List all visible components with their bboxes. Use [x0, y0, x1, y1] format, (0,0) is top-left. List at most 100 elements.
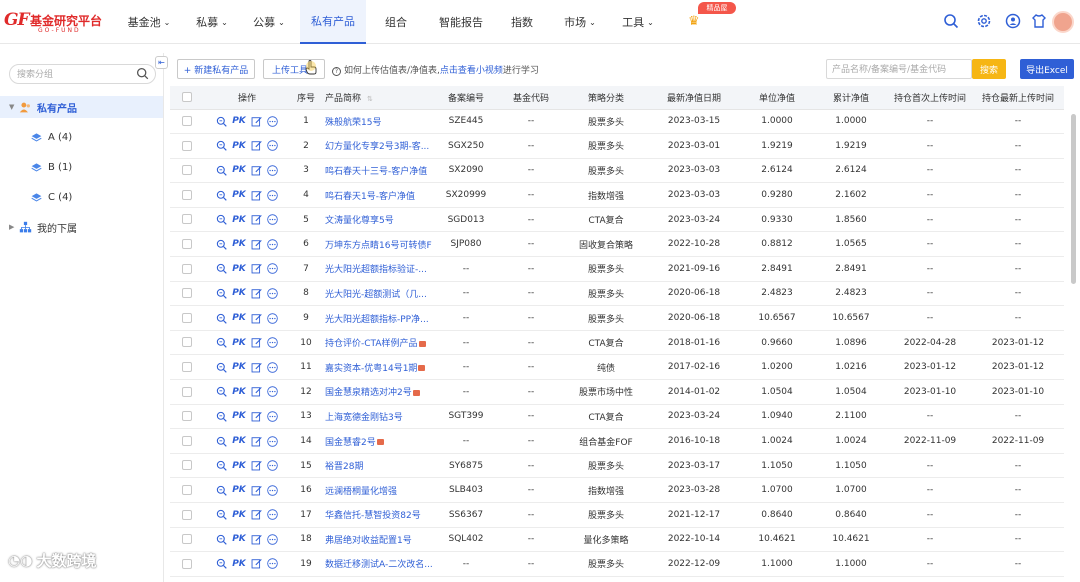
more-icon[interactable]	[267, 386, 278, 398]
product-name-link[interactable]: 裕晋28期	[322, 453, 434, 479]
nav-item-3[interactable]: 私有产品	[300, 0, 366, 44]
more-icon[interactable]	[267, 534, 278, 545]
caret-down-icon[interactable]: ▼	[9, 103, 19, 111]
row-checkbox[interactable]	[182, 165, 192, 176]
edit-icon[interactable]	[251, 313, 262, 324]
more-icon[interactable]	[267, 337, 278, 348]
edit-icon[interactable]	[251, 509, 262, 520]
pk-compare-icon[interactable]: PK	[232, 362, 246, 372]
edit-icon[interactable]	[251, 190, 262, 201]
nav-item-4[interactable]: 组合	[372, 0, 420, 44]
row-checkbox[interactable]	[182, 435, 192, 446]
edit-icon[interactable]	[251, 436, 262, 447]
row-checkbox[interactable]	[182, 534, 192, 545]
avatar[interactable]	[1052, 11, 1074, 33]
premium-badge[interactable]: 精品屋	[698, 2, 736, 14]
row-checkbox[interactable]	[182, 288, 192, 299]
pk-compare-icon[interactable]: PK	[232, 313, 246, 323]
row-checkbox[interactable]	[182, 239, 192, 250]
row-checkbox[interactable]	[182, 460, 192, 471]
more-icon[interactable]	[267, 116, 278, 127]
row-checkbox[interactable]	[182, 509, 192, 520]
product-name-link[interactable]: 上海宽德金刚钻3号	[322, 404, 434, 430]
edit-icon[interactable]	[251, 411, 262, 422]
edit-icon[interactable]	[251, 386, 262, 397]
row-checkbox[interactable]	[182, 361, 192, 372]
product-name-link[interactable]: 嘉实资本-优粤14号1期	[322, 354, 434, 381]
zoom-icon[interactable]	[216, 116, 227, 127]
zoom-icon[interactable]	[216, 558, 227, 570]
nav-item-7[interactable]: 市场 ⌄	[552, 0, 608, 44]
zoom-icon[interactable]	[216, 263, 227, 275]
zoom-icon[interactable]	[216, 411, 227, 422]
edit-icon[interactable]	[251, 485, 262, 496]
product-name-link[interactable]: 持仓评价-CTA样例产品	[322, 330, 434, 356]
pk-compare-icon[interactable]: PK	[232, 411, 246, 421]
zoom-icon[interactable]	[216, 313, 227, 324]
pk-compare-icon[interactable]: PK	[232, 559, 246, 569]
nav-item-2[interactable]: 公募 ⌄	[243, 0, 295, 44]
pk-compare-icon[interactable]: PK	[232, 264, 246, 274]
edit-icon[interactable]	[251, 214, 262, 225]
more-icon[interactable]	[267, 558, 278, 570]
zoom-icon[interactable]	[216, 436, 227, 447]
new-product-button[interactable]: + 新建私有产品	[177, 59, 255, 79]
tree-item-private-products[interactable]: ▼ 私有产品	[0, 96, 163, 118]
more-icon[interactable]	[267, 189, 278, 201]
select-all-checkbox[interactable]	[182, 92, 192, 102]
zoom-icon[interactable]	[216, 239, 227, 250]
row-checkbox[interactable]	[182, 189, 192, 200]
row-checkbox[interactable]	[182, 263, 192, 274]
pk-compare-icon[interactable]: PK	[232, 461, 246, 471]
edit-icon[interactable]	[251, 239, 262, 250]
more-icon[interactable]	[267, 312, 278, 324]
product-name-link[interactable]: 华鑫信托-慧智投资82号	[322, 502, 434, 528]
product-name-link[interactable]: 鸣石春天1号-客户净值	[322, 182, 434, 208]
nav-item-8[interactable]: 工具 ⌄	[608, 0, 668, 44]
more-icon[interactable]	[267, 263, 278, 275]
caret-right-icon[interactable]: ▶	[9, 223, 19, 231]
edit-icon[interactable]	[251, 337, 262, 348]
edit-icon[interactable]	[251, 165, 262, 176]
zoom-icon[interactable]	[216, 362, 227, 373]
row-checkbox[interactable]	[182, 411, 192, 422]
pk-compare-icon[interactable]: PK	[232, 239, 246, 249]
product-name-link[interactable]: 殊般航荣15号	[322, 109, 434, 135]
tree-item-group-1[interactable]: B (1)	[0, 156, 163, 178]
nav-item-1[interactable]: 私募 ⌄	[186, 0, 238, 44]
row-checkbox[interactable]	[182, 214, 192, 225]
row-checkbox[interactable]	[182, 558, 192, 569]
more-icon[interactable]	[267, 435, 278, 447]
zoom-icon[interactable]	[216, 190, 227, 201]
nav-item-6[interactable]: 指数	[498, 0, 546, 44]
pk-compare-icon[interactable]: PK	[232, 534, 246, 544]
export-excel-button[interactable]: 导出Excel	[1020, 59, 1074, 79]
pk-compare-icon[interactable]: PK	[232, 436, 246, 446]
zoom-icon[interactable]	[216, 140, 227, 152]
column-header[interactable]: 产品简称 ⇅	[322, 86, 434, 110]
row-checkbox[interactable]	[182, 337, 192, 348]
zoom-icon[interactable]	[216, 386, 227, 398]
pk-compare-icon[interactable]: PK	[232, 165, 246, 175]
row-checkbox[interactable]	[182, 484, 192, 495]
group-search-input[interactable]	[17, 68, 132, 81]
product-name-link[interactable]: 光大阳光超额指标验证-...	[322, 256, 434, 282]
edit-icon[interactable]	[251, 534, 262, 545]
pk-compare-icon[interactable]: PK	[232, 116, 246, 126]
pk-compare-icon[interactable]: PK	[232, 338, 246, 348]
product-name-link[interactable]: 光大阳光超额指标-PP净...	[322, 305, 434, 331]
row-checkbox[interactable]	[182, 386, 192, 397]
shirt-icon[interactable]	[1030, 13, 1048, 31]
zoom-icon[interactable]	[216, 165, 227, 176]
tree-item-group-2[interactable]: C (4)	[0, 186, 163, 208]
more-icon[interactable]	[267, 214, 278, 225]
zoom-icon[interactable]	[216, 460, 227, 471]
user-circle-icon[interactable]	[1004, 13, 1022, 31]
edit-icon[interactable]	[251, 116, 262, 127]
row-checkbox[interactable]	[182, 140, 192, 151]
nav-item-5[interactable]: 智能报告	[426, 0, 496, 44]
more-icon[interactable]	[267, 411, 278, 422]
pk-compare-icon[interactable]: PK	[232, 387, 246, 397]
pk-compare-icon[interactable]: PK	[232, 141, 246, 151]
edit-icon[interactable]	[251, 362, 262, 373]
